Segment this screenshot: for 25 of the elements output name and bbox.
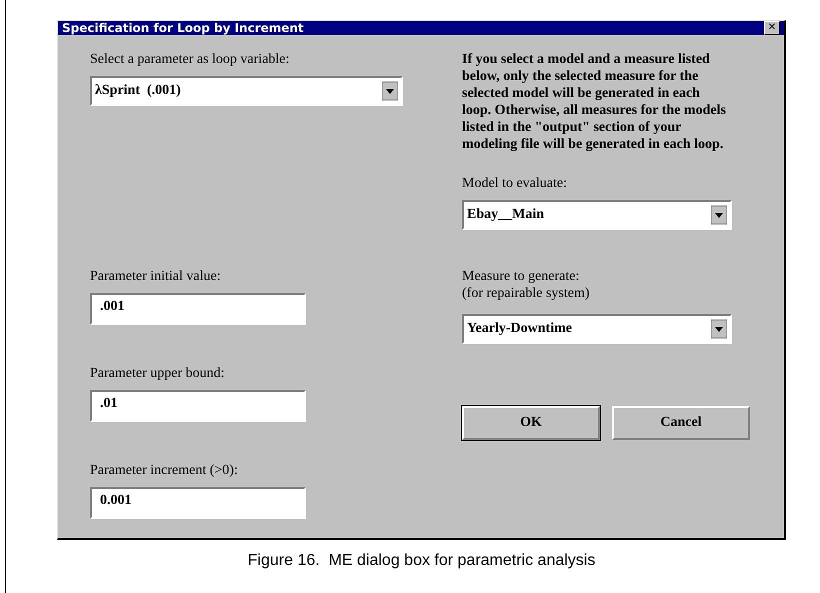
dropdown-value: Ebay__Main (467, 207, 544, 223)
dropdown[interactable]: Yearly-Downtime (462, 314, 732, 344)
dropdown-value: λSprint (.001) (95, 83, 181, 99)
window-title: Specification for Loop by Increment (62, 21, 304, 35)
dropdown-arrow-icon (711, 205, 727, 225)
input-field[interactable]: .01 (90, 390, 306, 422)
cancel-button[interactable]: Cancel (612, 406, 750, 440)
ok-button[interactable]: OK (462, 406, 600, 440)
field-label: Model to evaluate: (462, 175, 567, 192)
instructions-text: If you select a model and a measure listed below, only the selected measure for the selected model will be generated in each loop. Otherwise, all measures for the models listed in the "output" section of your modeling file will be generated in each loop. (462, 51, 727, 153)
field-label: Parameter initial value: (90, 268, 221, 285)
field-label: (for repairable system) (462, 285, 590, 302)
input-field[interactable]: 0.001 (90, 487, 306, 519)
field-label: Parameter upper bound: (90, 365, 225, 382)
field-label: Select a parameter as loop variable: (90, 51, 290, 68)
dropdown-arrow-icon (711, 319, 727, 339)
figure-caption: Figure 16. ME dialog box for parametric analysis (246, 552, 596, 570)
field-label: Parameter increment (>0): (90, 462, 238, 479)
input-field[interactable]: .001 (90, 293, 306, 325)
field-label: Measure to generate: (462, 268, 580, 285)
dropdown-arrow-icon (382, 81, 398, 101)
close-button[interactable]: ✕ (764, 21, 780, 35)
dropdown-value: Yearly-Downtime (467, 321, 572, 337)
dropdown[interactable]: Ebay__Main (462, 200, 732, 230)
dropdown[interactable]: λSprint (.001) (90, 76, 403, 106)
